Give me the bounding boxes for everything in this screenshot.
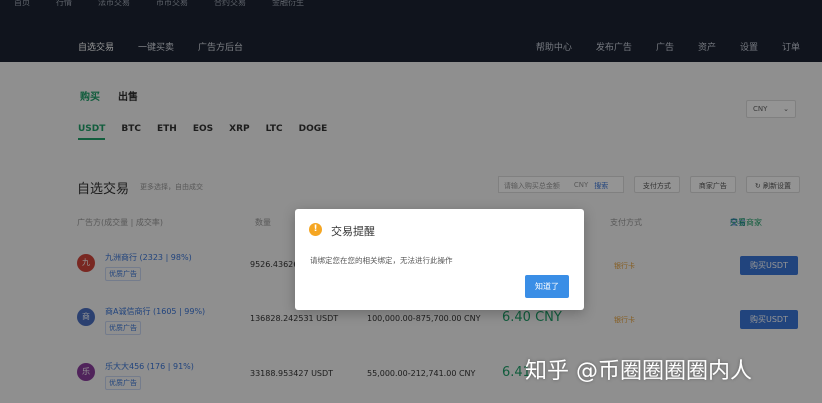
watermark: 知乎 @币圈圈圈圈内人 [525, 359, 752, 384]
trade-reminder-dialog: ! 交易提醒 请绑定您在您的相关绑定，无法进行此操作 知道了 [295, 209, 584, 310]
dialog-message: 请绑定您在您的相关绑定，无法进行此操作 [310, 256, 453, 265]
warning-icon: ! [309, 223, 322, 236]
modal-overlay [0, 0, 822, 403]
ok-button[interactable]: 知道了 [525, 275, 569, 298]
dialog-title: 交易提醒 [331, 225, 375, 238]
